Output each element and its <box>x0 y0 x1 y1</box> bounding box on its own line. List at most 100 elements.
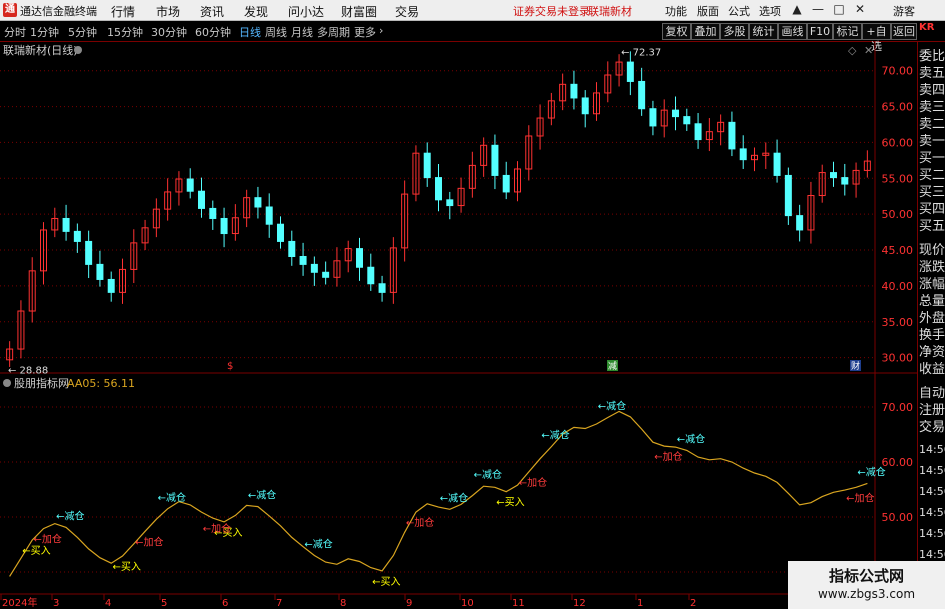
period-tab-more[interactable]: 更多 <box>354 24 376 40</box>
candle-body <box>502 174 510 193</box>
overlay-button[interactable]: 叠加 <box>691 23 720 40</box>
candle-body <box>581 97 589 115</box>
signal-label-reduce: ←减仓 <box>598 399 626 412</box>
minimize-icon[interactable]: — <box>808 2 828 16</box>
draw-line-button[interactable]: 画线 <box>778 23 807 40</box>
candle-body <box>367 266 375 285</box>
watermark: 指标公式网 www.zbgs3.com <box>788 561 945 609</box>
chevron-down-icon <box>74 46 82 54</box>
signal-label-reduce: ←减仓 <box>474 468 502 481</box>
main-y-tick-label: 35.00 <box>882 316 914 329</box>
menu-item-market[interactable]: 市场 <box>156 3 180 20</box>
f10-button[interactable]: F10 <box>807 23 833 40</box>
high-price-label: ← 72.37 <box>621 48 661 59</box>
candle-body <box>830 172 837 179</box>
signal-label-reduce: ←减仓 <box>677 432 705 445</box>
x-tick-label: 5 <box>161 598 167 609</box>
signal-label-add: ←加仓 <box>846 491 874 504</box>
main-y-tick-label: 30.00 <box>882 352 914 365</box>
period-tab-weekly[interactable]: 周线 <box>265 24 287 40</box>
menu-item-discover[interactable]: 发现 <box>244 3 268 20</box>
adjust-button[interactable]: 复权 <box>662 23 691 40</box>
guest-label[interactable]: 游客 <box>893 3 915 19</box>
close-icon[interactable]: ✕ <box>850 2 870 16</box>
signal-label-buy: ←买入 <box>496 497 524 509</box>
x-tick-label: 12 <box>573 598 586 609</box>
add-watchlist-button[interactable]: +自选 <box>862 23 891 53</box>
close-panel-icon: ✕ <box>864 44 873 57</box>
signal-label-add: ←加仓 <box>654 450 682 463</box>
low-price-label: ← 28.88 <box>8 366 48 377</box>
menu-item-function[interactable]: 功能 <box>665 3 687 19</box>
mark-button[interactable]: 标记 <box>833 23 862 40</box>
stock-code-badge: KR <box>919 22 935 33</box>
quote-label[interactable]: 自动 <box>919 386 945 402</box>
menu-item-news[interactable]: 资讯 <box>200 3 224 20</box>
menu-item-layout[interactable]: 版面 <box>697 3 719 19</box>
candle-body <box>107 278 115 293</box>
menu-item-ask[interactable]: 问小达 <box>288 3 324 20</box>
app-logo-icon: 通 <box>3 3 17 17</box>
period-tab-15min[interactable]: 15分钟 <box>107 24 143 40</box>
candle-body <box>378 283 386 293</box>
candle-body <box>198 190 205 209</box>
shirt-icon[interactable]: ▲ <box>787 2 807 16</box>
candle-body <box>186 178 194 192</box>
candle-body <box>570 83 578 99</box>
menu-item-market-quotes[interactable]: 行情 <box>111 3 135 20</box>
period-tab-monthly[interactable]: 月线 <box>291 24 313 40</box>
indicator-line <box>9 410 868 577</box>
period-tab-daily[interactable]: 日线 <box>239 24 261 40</box>
menu-item-wealth-circle[interactable]: 财富圈 <box>341 3 377 20</box>
main-y-tick-label: 40.00 <box>882 280 914 293</box>
signal-label-add: ←加仓 <box>406 516 434 529</box>
menu-item-options[interactable]: 选项 <box>759 3 781 19</box>
restore-icon[interactable]: □ <box>829 2 849 16</box>
menu-item-trade[interactable]: 交易 <box>395 3 419 20</box>
tick-time: 14:56 <box>919 527 945 540</box>
quote-label[interactable]: 注册 <box>919 403 945 419</box>
quote-label: 买五 <box>919 219 945 234</box>
period-tab-5min[interactable]: 5分钟 <box>68 24 97 40</box>
x-tick-label: 9 <box>406 598 412 609</box>
x-tick-label: 4 <box>105 598 111 609</box>
multi-stock-button[interactable]: 多股 <box>720 23 749 40</box>
x-tick-label: 2 <box>690 598 696 609</box>
current-stock-name: 联瑞新材 <box>588 5 632 18</box>
main-y-tick-label: 45.00 <box>882 244 914 257</box>
candle-body <box>254 197 262 208</box>
quote-label: 涨跌 <box>919 260 945 275</box>
chart-area[interactable]: ←买入←加仓←减仓←买入←加仓←减仓←买入←加仓←减仓←减仓←买入←加仓←减仓←… <box>0 42 917 609</box>
period-tab-60min[interactable]: 60分钟 <box>195 24 231 40</box>
candle-body <box>288 240 296 258</box>
quote-label: 收益 <box>919 362 945 377</box>
menu-item-formula[interactable]: 公式 <box>728 3 750 19</box>
statistics-button[interactable]: 统计 <box>749 23 778 40</box>
x-tick-label: 10 <box>461 598 474 609</box>
main-y-tick-label: 55.00 <box>882 172 914 185</box>
period-tab-1min[interactable]: 1分钟 <box>30 24 59 40</box>
chevron-down-icon <box>3 379 11 387</box>
quote-label: 买二 <box>919 168 945 183</box>
tick-time: 14:56 <box>919 464 945 477</box>
signal-label-reduce: ←减仓 <box>248 489 276 502</box>
period-tab-30min[interactable]: 30分钟 <box>151 24 187 40</box>
candle-body <box>435 177 442 201</box>
period-tab-multi[interactable]: 多周期 <box>317 24 350 40</box>
candle-body <box>265 206 273 225</box>
quote-label[interactable]: 交易 <box>919 420 945 436</box>
candle-body <box>638 80 646 110</box>
signal-label-add: ←加仓 <box>34 533 62 546</box>
tick-time: 14:56 <box>919 485 945 498</box>
chevron-right-icon[interactable]: › <box>379 24 383 37</box>
candle-body <box>220 217 228 235</box>
quote-label: 卖一 <box>919 134 945 149</box>
candle-body <box>322 271 330 278</box>
signal-label-reduce: ←减仓 <box>56 509 84 522</box>
back-button[interactable]: 返回 <box>891 23 917 40</box>
signal-label-reduce: ←减仓 <box>440 491 468 504</box>
candle-body <box>683 116 691 125</box>
login-warning[interactable]: 证券交易未登录 <box>513 3 590 19</box>
indicator-title: 股朋指标网 <box>14 376 69 390</box>
period-tab-timeshare[interactable]: 分时 <box>4 24 26 40</box>
